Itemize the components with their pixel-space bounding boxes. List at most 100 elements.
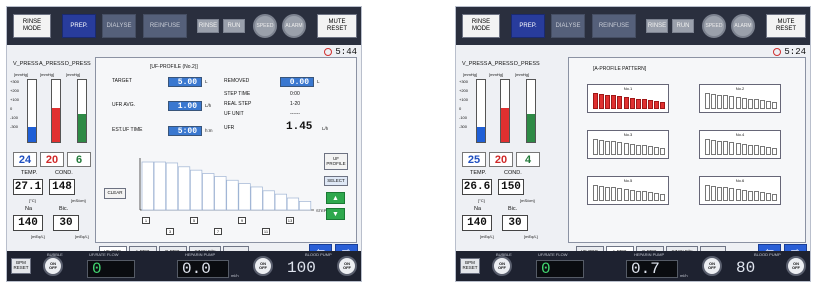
rinse-button[interactable]: RINSE	[646, 19, 668, 33]
pattern-bar	[711, 185, 717, 201]
pattern-bar	[641, 99, 647, 109]
cond-unit: [mS/cm]	[71, 198, 86, 203]
step-down-button[interactable]: ▼	[326, 208, 345, 220]
profile-bar	[298, 201, 312, 211]
pattern-bar	[735, 97, 741, 109]
clock: 5:24	[773, 47, 806, 57]
est-uf-time-value[interactable]: 5:00	[168, 126, 202, 136]
profile-bar	[190, 169, 203, 211]
pressure-unit: [mmHg]	[66, 72, 80, 77]
ufr-unit: L/h	[205, 103, 212, 108]
pressure-unit: [mmHg]	[489, 72, 503, 77]
select-button[interactable]: SELECT	[324, 176, 348, 186]
target-value[interactable]: 5.00	[168, 77, 202, 87]
v-press-value: 25	[462, 152, 486, 167]
pattern-option[interactable]: No.4	[699, 130, 781, 159]
v-press-label: V_PRESS	[462, 61, 488, 67]
rinse-mode-button[interactable]: RINSE MODE	[13, 14, 51, 38]
prep-button[interactable]: PREP.	[511, 14, 545, 38]
mute-reset-button[interactable]: MUTE RESET	[317, 14, 357, 38]
pattern-bar	[717, 186, 723, 201]
bpm-reset-button[interactable]: BPM RESET	[11, 258, 31, 274]
clear-button[interactable]: CLEAR	[104, 188, 126, 199]
speed-button[interactable]: SPEED	[702, 14, 726, 38]
alarm-button[interactable]: ALARM	[282, 14, 306, 38]
pattern-option[interactable]: No.1	[587, 84, 669, 113]
blood-pump-onoff-button[interactable]: ON OFF	[786, 256, 806, 276]
profile-bar	[214, 176, 227, 211]
uf-flow-display: 0	[87, 260, 135, 278]
ufr-avg-value[interactable]: 1.00	[168, 101, 202, 111]
pattern-bar	[766, 147, 771, 155]
pattern-bar	[660, 147, 666, 155]
dialyse-button[interactable]: DIALYSE	[551, 14, 585, 38]
heparin-onoff-button[interactable]: ON OFF	[702, 256, 722, 276]
rinse-mode-button[interactable]: RINSE MODE	[462, 14, 500, 38]
pattern-option[interactable]: No.5	[587, 176, 669, 205]
profile-bar	[165, 162, 179, 211]
pattern-bar	[723, 187, 729, 201]
step-number[interactable]: 13	[286, 217, 294, 224]
step-up-button[interactable]: ▲	[326, 192, 345, 204]
pattern-bar	[647, 146, 653, 155]
step-number[interactable]: 7	[214, 228, 222, 235]
pattern-label: No.1	[623, 86, 633, 91]
na-value: 140	[13, 215, 43, 231]
heparin-unit: ml/h	[231, 273, 239, 278]
pattern-option[interactable]: No.2	[699, 84, 781, 113]
prep-button[interactable]: PREP.	[62, 14, 96, 38]
cond-value: 150	[498, 179, 524, 195]
pattern-bar	[635, 144, 641, 155]
pattern-option[interactable]: No.3	[587, 130, 669, 159]
step-number[interactable]: 11	[262, 228, 270, 235]
pattern-bar	[593, 185, 598, 201]
pattern-bar	[647, 192, 653, 201]
pattern-bar	[617, 142, 623, 155]
cond-label: COND.	[55, 170, 73, 176]
run-button[interactable]: RUN	[672, 19, 694, 33]
pattern-bar	[647, 100, 653, 109]
bpm-reset-button[interactable]: BPM RESET	[460, 258, 480, 274]
dialysis-screen-uf-profile: RINSE MODE PREP. DIALYSE REINFUSE RINSE …	[6, 6, 362, 282]
bubble-onoff-button[interactable]: ON OFF	[492, 256, 512, 276]
speed-button[interactable]: SPEED	[253, 14, 277, 38]
profile-bar	[202, 173, 215, 211]
reinfuse-button[interactable]: REINFUSE	[143, 14, 187, 38]
bubble-onoff-button[interactable]: ON OFF	[43, 256, 63, 276]
uf-profile-button[interactable]: UF PROFILE	[324, 153, 348, 170]
pattern-bar	[599, 139, 605, 155]
target-unit: L	[205, 79, 208, 84]
pattern-option[interactable]: No.6	[699, 176, 781, 205]
blood-pump-onoff-button[interactable]: ON OFF	[337, 256, 357, 276]
step-number[interactable]: 5	[190, 217, 198, 224]
a-press-bar	[500, 79, 510, 143]
dialyse-button[interactable]: DIALYSE	[102, 14, 136, 38]
run-button[interactable]: RUN	[223, 19, 245, 33]
pressure-unit: [mmHg]	[40, 72, 54, 77]
dialysis-screen-a-profile: RINSE MODE PREP. DIALYSE REINFUSE RINSE …	[455, 6, 811, 282]
step-number[interactable]: 1	[142, 217, 150, 224]
removed-value: 0.00	[280, 77, 314, 87]
arrow-up-icon: ▲	[332, 194, 339, 202]
alarm-button[interactable]: ALARM	[731, 14, 755, 38]
clock-icon	[324, 48, 333, 56]
blood-pump-display: 100	[287, 259, 316, 277]
step-number[interactable]: 9	[238, 217, 246, 224]
pattern-bar	[654, 147, 659, 155]
rinse-button[interactable]: RINSE	[197, 19, 219, 33]
profile-bar	[153, 161, 166, 211]
reinfuse-button[interactable]: REINFUSE	[592, 14, 636, 38]
bic-value: 30	[53, 215, 79, 231]
v-press-bar	[27, 79, 37, 143]
bottom-bar: BPM RESET BUBBLE ON OFF UF/RATE FLOW 0 H…	[7, 251, 361, 281]
step-number[interactable]: 3	[166, 228, 174, 235]
a-press-fill	[501, 107, 509, 142]
mute-reset-button[interactable]: MUTE RESET	[766, 14, 806, 38]
pattern-bar	[741, 143, 747, 155]
pattern-bar	[717, 94, 723, 109]
a-press-bar	[51, 79, 61, 143]
removed-unit: L	[317, 79, 320, 84]
pattern-bar	[599, 185, 605, 201]
pattern-bar	[772, 101, 778, 109]
heparin-onoff-button[interactable]: ON OFF	[253, 256, 273, 276]
